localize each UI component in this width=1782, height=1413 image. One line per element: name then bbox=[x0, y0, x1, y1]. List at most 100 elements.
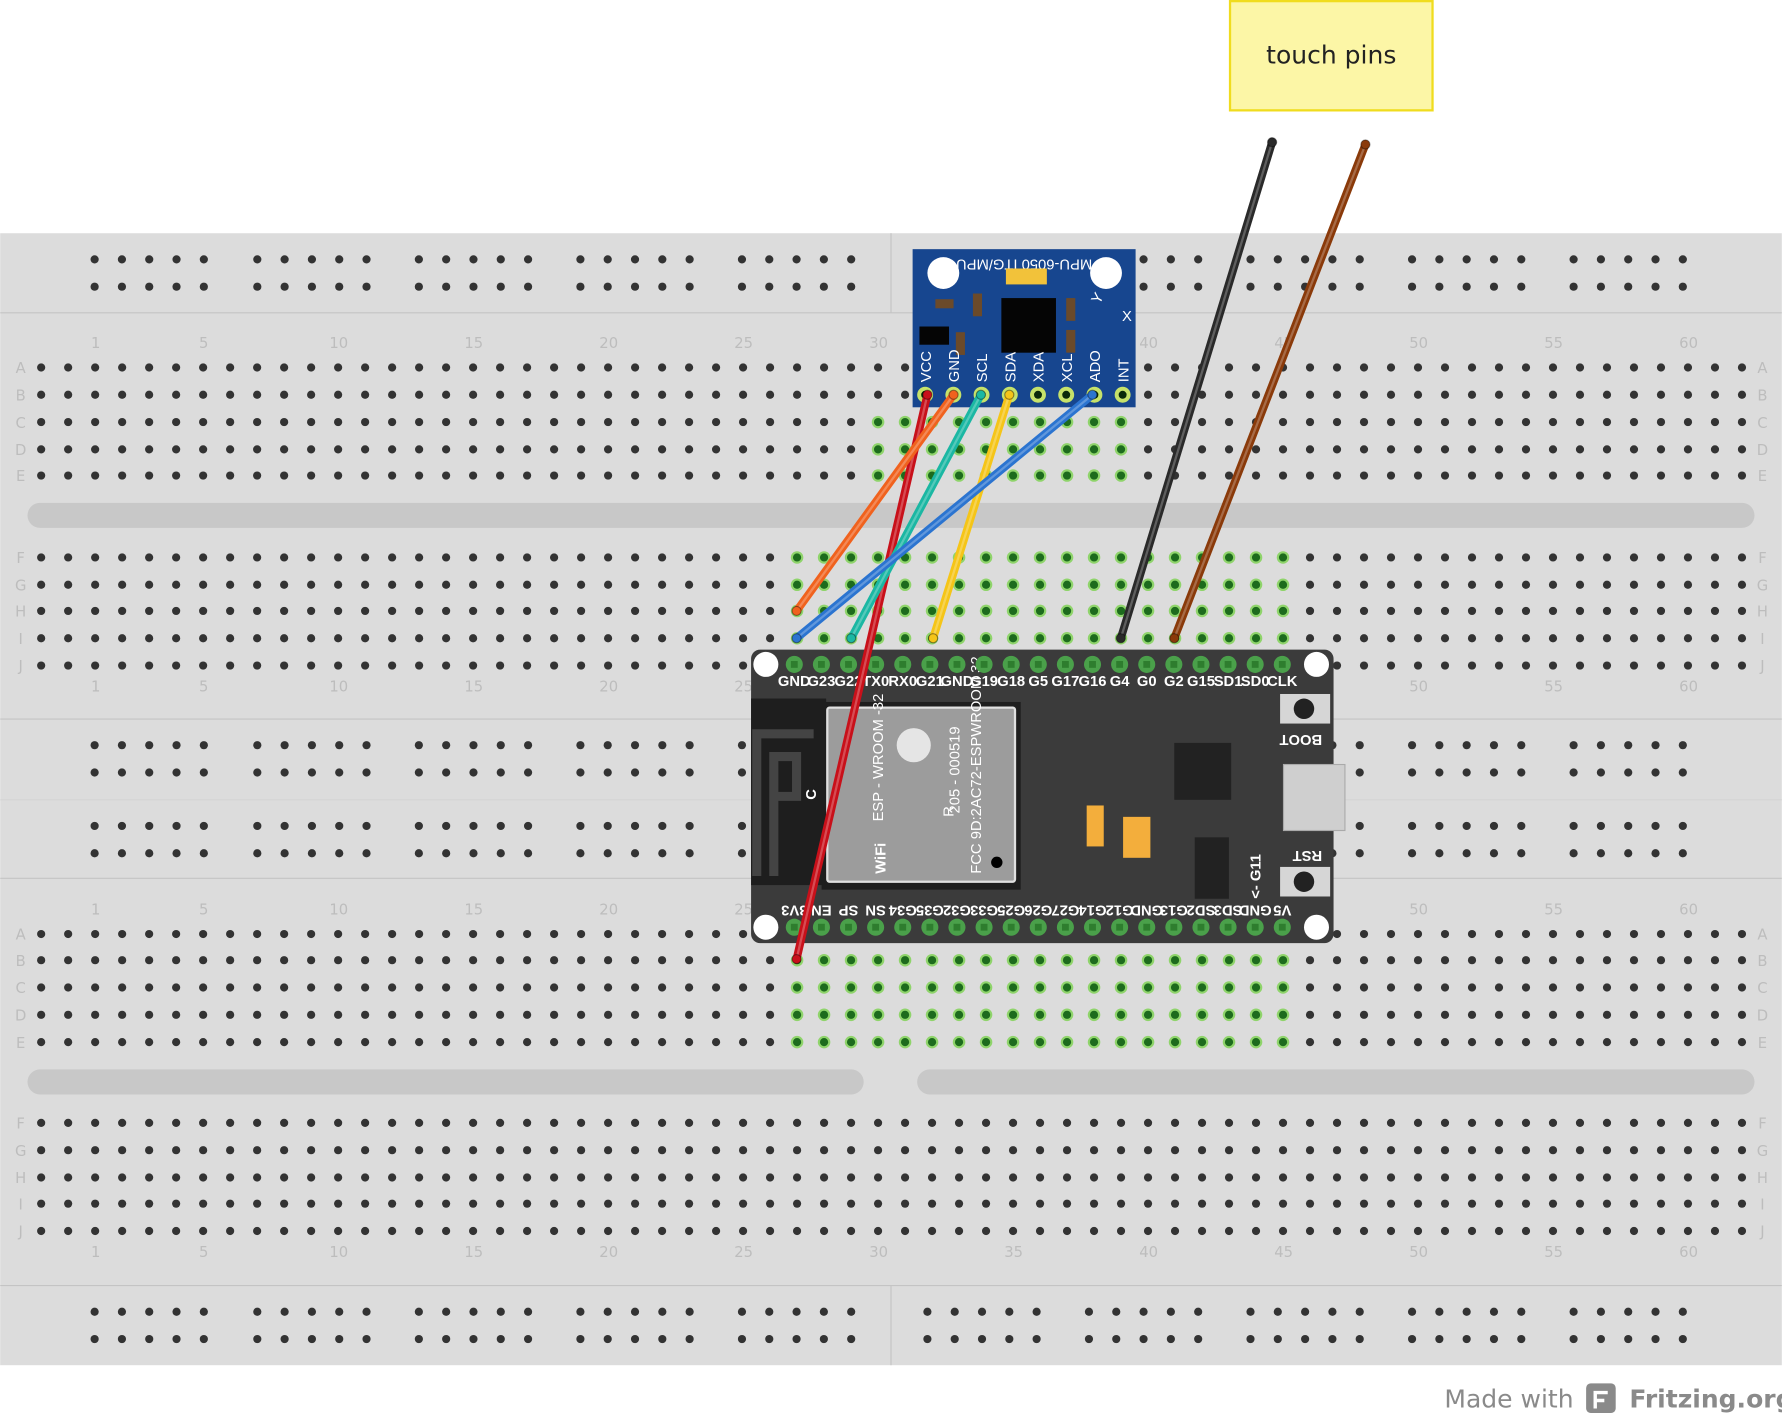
breadboard-hole[interactable] bbox=[1548, 956, 1558, 965]
breadboard-hole[interactable] bbox=[361, 1038, 370, 1047]
breadboard-hole[interactable] bbox=[684, 471, 694, 480]
breadboard-hole[interactable] bbox=[550, 445, 559, 454]
breadboard-hole[interactable] bbox=[1305, 580, 1315, 589]
breadboard-hole[interactable] bbox=[737, 255, 747, 264]
breadboard-hole[interactable] bbox=[1575, 956, 1585, 965]
breadboard-hole[interactable] bbox=[1435, 282, 1444, 291]
breadboard-hole[interactable] bbox=[1494, 553, 1504, 562]
breadboard-hole[interactable] bbox=[792, 417, 802, 427]
breadboard-hole[interactable] bbox=[307, 741, 317, 750]
breadboard-hole[interactable] bbox=[1569, 849, 1578, 858]
breadboard-hole[interactable] bbox=[765, 282, 774, 291]
breadboard-hole[interactable] bbox=[307, 1307, 317, 1316]
breadboard-hole[interactable] bbox=[1251, 634, 1261, 643]
breadboard-hole[interactable] bbox=[1089, 606, 1099, 616]
breadboard-hole[interactable] bbox=[1305, 363, 1315, 372]
breadboard-hole[interactable] bbox=[1624, 255, 1633, 264]
breadboard-hole[interactable] bbox=[738, 929, 748, 939]
breadboard-hole[interactable] bbox=[91, 1199, 100, 1208]
breadboard-hole[interactable] bbox=[91, 606, 100, 616]
breadboard-hole[interactable] bbox=[199, 445, 208, 454]
breadboard-hole[interactable] bbox=[1467, 606, 1477, 616]
breadboard-hole[interactable] bbox=[1602, 956, 1612, 965]
breadboard-hole[interactable] bbox=[307, 1173, 316, 1182]
breadboard-hole[interactable] bbox=[1170, 1173, 1180, 1182]
breadboard-hole[interactable] bbox=[442, 445, 451, 454]
breadboard-hole[interactable] bbox=[1737, 417, 1747, 427]
breadboard-hole[interactable] bbox=[199, 417, 208, 427]
breadboard-hole[interactable] bbox=[1197, 1199, 1207, 1208]
breadboard-hole[interactable] bbox=[603, 580, 613, 589]
breadboard-hole[interactable] bbox=[1305, 983, 1315, 992]
breadboard-hole[interactable] bbox=[1355, 282, 1364, 291]
breadboard-hole[interactable] bbox=[846, 1173, 856, 1182]
breadboard-hole[interactable] bbox=[1683, 929, 1693, 939]
breadboard-hole[interactable] bbox=[1143, 956, 1153, 965]
breadboard-hole[interactable] bbox=[1197, 983, 1207, 992]
breadboard-hole[interactable] bbox=[711, 661, 721, 670]
breadboard-hole[interactable] bbox=[1273, 282, 1282, 291]
breadboard-hole[interactable] bbox=[172, 741, 181, 750]
breadboard-hole[interactable] bbox=[388, 553, 397, 562]
breadboard-hole[interactable] bbox=[334, 471, 343, 480]
breadboard-hole[interactable] bbox=[1139, 1307, 1148, 1316]
breadboard-hole[interactable] bbox=[603, 255, 612, 264]
breadboard-hole[interactable] bbox=[90, 849, 99, 858]
breadboard-hole[interactable] bbox=[226, 417, 235, 427]
breadboard-hole[interactable] bbox=[684, 634, 694, 643]
breadboard-hole[interactable] bbox=[145, 445, 154, 454]
breadboard-hole[interactable] bbox=[1062, 983, 1072, 992]
breadboard-hole[interactable] bbox=[738, 417, 748, 427]
breadboard-hole[interactable] bbox=[819, 417, 829, 427]
breadboard-hole[interactable] bbox=[603, 553, 613, 562]
breadboard-hole[interactable] bbox=[145, 956, 154, 965]
breadboard-hole[interactable] bbox=[765, 634, 775, 643]
breadboard-hole[interactable] bbox=[253, 634, 262, 643]
breadboard-hole[interactable] bbox=[1575, 1199, 1585, 1208]
breadboard-hole[interactable] bbox=[253, 983, 262, 992]
breadboard-hole[interactable] bbox=[577, 634, 586, 643]
breadboard-hole[interactable] bbox=[199, 929, 208, 939]
breadboard-hole[interactable] bbox=[603, 471, 613, 480]
breadboard-hole[interactable] bbox=[550, 580, 559, 589]
breadboard-hole[interactable] bbox=[792, 1118, 802, 1127]
breadboard-hole[interactable] bbox=[64, 1173, 73, 1182]
breadboard-hole[interactable] bbox=[1710, 580, 1720, 589]
breadboard-hole[interactable] bbox=[1517, 849, 1526, 858]
breadboard-hole[interactable] bbox=[550, 1226, 559, 1236]
breadboard-hole[interactable] bbox=[415, 1146, 424, 1155]
breadboard-hole[interactable] bbox=[1656, 929, 1666, 939]
breadboard-hole[interactable] bbox=[1710, 1146, 1720, 1155]
breadboard-hole[interactable] bbox=[1278, 1038, 1288, 1047]
breadboard-hole[interactable] bbox=[819, 471, 829, 480]
breadboard-hole[interactable] bbox=[199, 606, 208, 616]
breadboard-hole[interactable] bbox=[1413, 606, 1423, 616]
breadboard-hole[interactable] bbox=[1651, 1334, 1660, 1344]
breadboard-hole[interactable] bbox=[819, 255, 828, 264]
breadboard-hole[interactable] bbox=[1462, 768, 1471, 777]
breadboard-hole[interactable] bbox=[1656, 606, 1666, 616]
breadboard-hole[interactable] bbox=[923, 1334, 932, 1344]
breadboard-hole[interactable] bbox=[1629, 417, 1639, 427]
breadboard-hole[interactable] bbox=[1548, 580, 1558, 589]
breadboard-hole[interactable] bbox=[1462, 741, 1471, 750]
breadboard-hole[interactable] bbox=[1494, 634, 1504, 643]
breadboard-hole[interactable] bbox=[334, 1010, 343, 1019]
breadboard-hole[interactable] bbox=[1737, 445, 1747, 454]
breadboard-hole[interactable] bbox=[1548, 390, 1558, 399]
breadboard-hole[interactable] bbox=[1517, 282, 1526, 291]
breadboard-hole[interactable] bbox=[442, 1038, 451, 1047]
breadboard-hole[interactable] bbox=[523, 390, 532, 399]
breadboard-hole[interactable] bbox=[630, 1146, 640, 1155]
breadboard-hole[interactable] bbox=[199, 553, 208, 562]
breadboard-hole[interactable] bbox=[819, 282, 828, 291]
breadboard-hole[interactable] bbox=[442, 983, 451, 992]
breadboard-hole[interactable] bbox=[711, 580, 721, 589]
breadboard-hole[interactable] bbox=[1332, 471, 1342, 480]
breadboard-hole[interactable] bbox=[1494, 1146, 1504, 1155]
breadboard-hole[interactable] bbox=[819, 1146, 829, 1155]
breadboard-hole[interactable] bbox=[199, 821, 208, 831]
breadboard-hole[interactable] bbox=[737, 821, 747, 831]
breadboard-hole[interactable] bbox=[172, 417, 181, 427]
breadboard-hole[interactable] bbox=[253, 1199, 262, 1208]
